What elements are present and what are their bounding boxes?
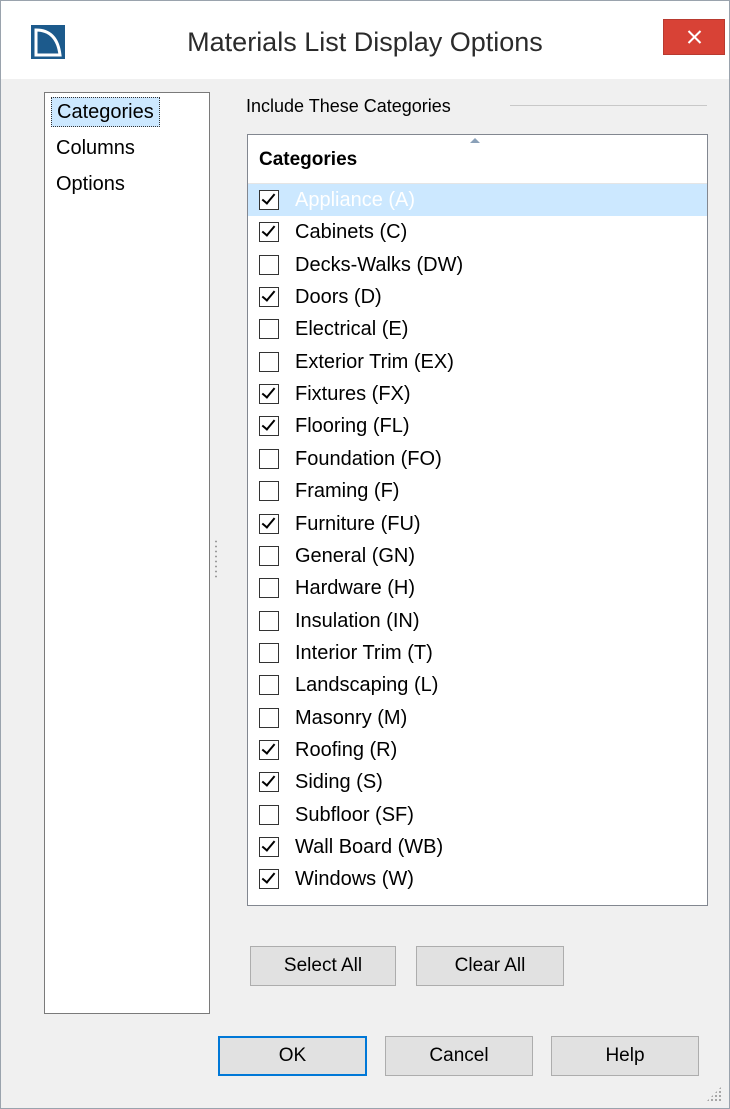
cancel-button[interactable]: Cancel bbox=[385, 1036, 533, 1076]
list-item[interactable]: Furniture (FU) bbox=[248, 508, 707, 540]
list-item[interactable]: Wall Board (WB) bbox=[248, 831, 707, 863]
checkbox[interactable] bbox=[259, 837, 279, 857]
list-item-label: Doors (D) bbox=[295, 286, 382, 309]
checkbox[interactable] bbox=[259, 707, 279, 728]
checkbox[interactable] bbox=[259, 545, 279, 566]
title-bar[interactable]: Materials List Display Options bbox=[1, 1, 729, 79]
list-item[interactable]: Hardware (H) bbox=[248, 572, 707, 604]
list-item[interactable]: Roofing (R) bbox=[248, 734, 707, 766]
list-item[interactable]: Siding (S) bbox=[248, 766, 707, 798]
checkbox[interactable] bbox=[259, 578, 279, 599]
list-item-label: Framing (F) bbox=[295, 480, 400, 503]
checkbox[interactable] bbox=[259, 254, 279, 275]
list-item[interactable]: Flooring (FL) bbox=[248, 410, 707, 442]
list-item-label: Siding (S) bbox=[295, 771, 383, 794]
list-item-label: Hardware (H) bbox=[295, 577, 416, 600]
checkbox[interactable] bbox=[259, 384, 279, 405]
categories-list: Categories Appliance (A) Cabinets (C) Deck… bbox=[247, 134, 708, 906]
checkbox[interactable] bbox=[259, 642, 279, 663]
nav-item-columns[interactable]: Columns bbox=[51, 133, 140, 163]
checkbox[interactable] bbox=[259, 416, 279, 437]
checkbox[interactable] bbox=[259, 481, 279, 502]
help-button[interactable]: Help bbox=[551, 1036, 699, 1076]
checkbox[interactable] bbox=[259, 351, 279, 372]
list-item[interactable]: General (GN) bbox=[248, 540, 707, 572]
splitter-handle[interactable] bbox=[215, 539, 217, 579]
checkbox[interactable] bbox=[259, 190, 279, 210]
checkbox[interactable] bbox=[259, 319, 279, 340]
list-item-label: Wall Board (WB) bbox=[295, 836, 444, 858]
list-item[interactable]: Doors (D) bbox=[248, 281, 707, 313]
nav-item-options[interactable]: Options bbox=[51, 169, 130, 199]
nav-item-categories[interactable]: Categories bbox=[51, 97, 160, 127]
list-item[interactable]: Foundation (FO) bbox=[248, 443, 707, 475]
group-label: Include These Categories bbox=[246, 96, 451, 116]
list-item-label: Roofing (R) bbox=[295, 738, 398, 761]
list-item[interactable]: Decks-Walks (DW) bbox=[248, 249, 707, 281]
close-button[interactable] bbox=[663, 19, 725, 55]
list-item-label: Flooring (FL) bbox=[295, 415, 410, 438]
checkbox[interactable] bbox=[259, 448, 279, 469]
category-nav-list: Categories Columns Options bbox=[44, 92, 210, 1014]
column-header-label: Categories bbox=[259, 149, 358, 170]
list-item[interactable]: Fixtures (FX) bbox=[248, 378, 707, 410]
select-all-button[interactable]: Select All bbox=[250, 946, 396, 986]
list-item-label: Interior Trim (T) bbox=[295, 641, 433, 664]
list-item-label: Subfloor (SF) bbox=[295, 803, 414, 826]
list-item-label: Appliance (A) bbox=[295, 189, 416, 211]
dialog-window: Materials List Display Options Categorie… bbox=[0, 0, 730, 1109]
list-item[interactable]: Cabinets (C) bbox=[248, 216, 707, 248]
list-item-label: Masonry (M) bbox=[295, 706, 408, 729]
list-item-label: Decks-Walks (DW) bbox=[295, 253, 464, 276]
checkbox[interactable] bbox=[259, 610, 279, 631]
list-item[interactable]: Subfloor (SF) bbox=[248, 799, 707, 831]
list-item[interactable]: Electrical (E) bbox=[248, 313, 707, 345]
checkbox[interactable] bbox=[259, 804, 279, 825]
list-item-label: General (GN) bbox=[295, 544, 416, 567]
list-item-label: Landscaping (L) bbox=[295, 674, 439, 697]
clear-all-button[interactable]: Clear All bbox=[416, 946, 564, 986]
list-item[interactable]: Interior Trim (T) bbox=[248, 637, 707, 669]
checkbox[interactable] bbox=[259, 772, 279, 793]
column-header-categories[interactable]: Categories bbox=[248, 135, 707, 184]
checkbox[interactable] bbox=[259, 869, 279, 890]
resize-grip-icon[interactable] bbox=[706, 1086, 722, 1102]
list-item[interactable]: Exterior Trim (EX) bbox=[248, 346, 707, 378]
list-item-label: Foundation (FO) bbox=[295, 447, 442, 470]
sort-ascending-icon bbox=[470, 138, 480, 143]
list-item-label: Electrical (E) bbox=[295, 318, 409, 341]
list-item[interactable]: Windows (W) bbox=[248, 863, 707, 895]
list-item[interactable]: Masonry (M) bbox=[248, 702, 707, 734]
list-item-label: Windows (W) bbox=[295, 868, 414, 891]
checkbox[interactable] bbox=[259, 675, 279, 696]
checkbox[interactable] bbox=[259, 222, 279, 243]
checkbox[interactable] bbox=[259, 287, 279, 308]
list-item[interactable]: Framing (F) bbox=[248, 475, 707, 507]
group-divider bbox=[510, 105, 707, 106]
checkbox[interactable] bbox=[259, 739, 279, 760]
list-item[interactable]: Landscaping (L) bbox=[248, 669, 707, 701]
list-item-label: Fixtures (FX) bbox=[295, 383, 411, 406]
ok-button[interactable]: OK bbox=[218, 1036, 367, 1076]
checkbox[interactable] bbox=[259, 513, 279, 534]
list-item-label: Cabinets (C) bbox=[295, 221, 408, 244]
list-item-label: Exterior Trim (EX) bbox=[295, 350, 454, 373]
list-item[interactable]: Insulation (IN) bbox=[248, 605, 707, 637]
dialog-title: Materials List Display Options bbox=[187, 27, 543, 57]
list-item-label: Insulation (IN) bbox=[295, 609, 420, 632]
list-item[interactable]: Appliance (A) bbox=[248, 184, 707, 216]
list-item-label: Furniture (FU) bbox=[295, 512, 421, 535]
